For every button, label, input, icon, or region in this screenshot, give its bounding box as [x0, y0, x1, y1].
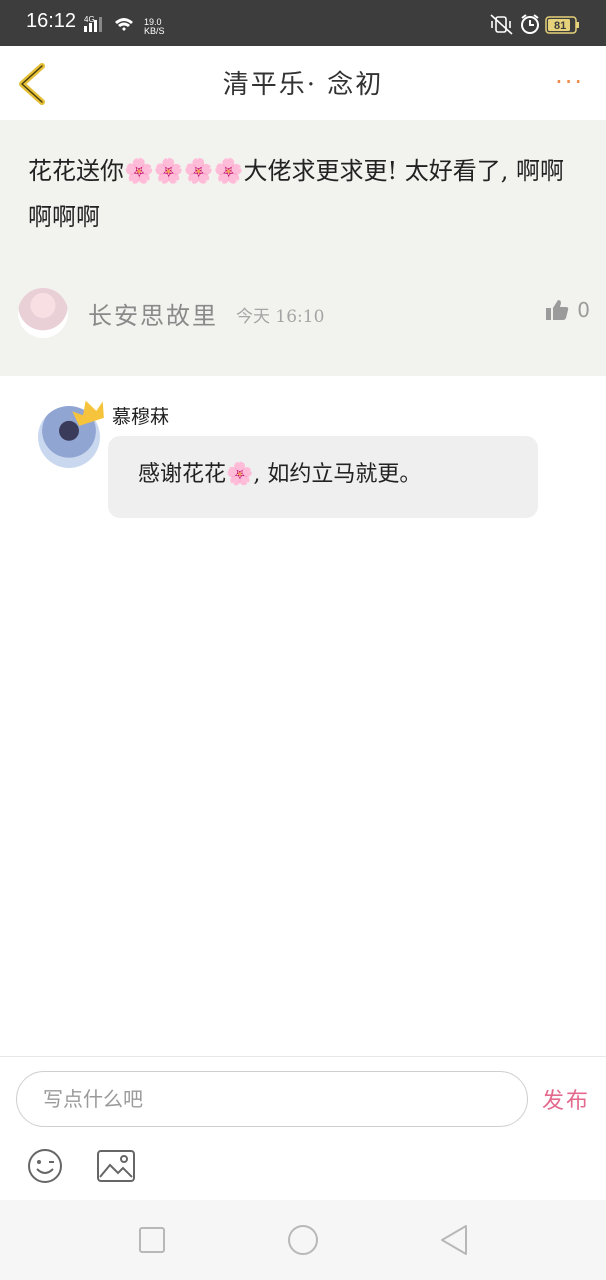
network-type: 4G: [84, 15, 95, 24]
crown-icon: [72, 396, 108, 432]
author-name[interactable]: 长安思故里: [88, 296, 218, 331]
cellular-signal-icon: 4G: [84, 14, 140, 38]
battery-icon: 81: [545, 16, 579, 34]
status-right: 81: [490, 14, 580, 40]
top-nav-bar: 清平乐· 念初 ···: [0, 46, 606, 121]
author-avatar[interactable]: [18, 288, 68, 338]
blossom-emoji: 🌸: [226, 462, 254, 487]
system-navigation-bar: [0, 1200, 606, 1280]
publish-button[interactable]: 发布: [542, 1083, 590, 1115]
reply-item: 慕穆菻 感谢花花🌸, 如约立马就更。: [0, 376, 606, 556]
like-count: 0: [577, 298, 590, 322]
thumbs-up-icon: [546, 300, 569, 320]
comment-composer: 发布: [0, 1056, 606, 1201]
recent-apps-button[interactable]: [138, 1222, 166, 1262]
network-speed: 19.0 KB/S: [144, 17, 165, 36]
home-button[interactable]: [286, 1222, 320, 1262]
comment-time: 今天 16:10: [236, 307, 325, 327]
back-button[interactable]: [438, 1222, 470, 1262]
reply-bubble: 感谢花花🌸, 如约立马就更。: [108, 436, 538, 518]
vibrate-off-icon: [490, 14, 513, 35]
reply-text: 感谢花花🌸, 如约立马就更。: [138, 462, 422, 487]
status-time: 16:12: [26, 10, 77, 32]
emoji-icon[interactable]: [26, 1147, 64, 1189]
replier-name[interactable]: 慕穆菻: [112, 402, 169, 429]
status-bar: 16:12 4G 19.0 KB/S 81: [0, 0, 606, 46]
comment-text: 花花送你🌸🌸🌸🌸大佬求更求更! 太好看了, 啊啊啊啊啊: [28, 157, 565, 231]
page-title: 清平乐· 念初: [222, 70, 384, 100]
like-button[interactable]: 0: [545, 298, 590, 322]
blossom-emojis: 🌸🌸🌸🌸: [124, 157, 244, 185]
image-picker-icon[interactable]: [96, 1149, 136, 1187]
alarm-icon: [521, 14, 539, 34]
original-comment: 花花送你🌸🌸🌸🌸大佬求更求更! 太好看了, 啊啊啊啊啊 长安思故里 今天 16:…: [0, 120, 606, 376]
battery-level: 81: [554, 20, 566, 32]
comment-input[interactable]: [17, 1072, 527, 1126]
more-options-button[interactable]: ···: [555, 68, 584, 96]
comment-input-wrapper: [16, 1071, 528, 1127]
